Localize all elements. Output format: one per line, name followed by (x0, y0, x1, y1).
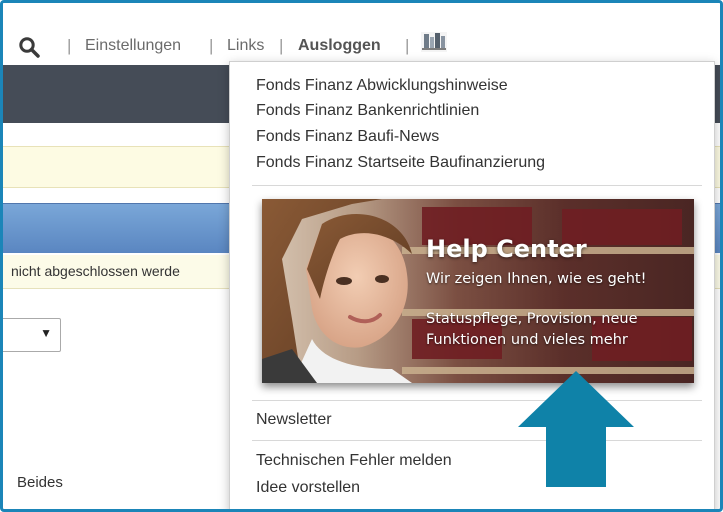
separator: | (405, 36, 410, 55)
user-icon[interactable] (421, 32, 447, 52)
menu-item-report-error[interactable]: Technischen Fehler melden (256, 452, 452, 470)
menu-item-suggest-idea[interactable]: Idee vorstellen (256, 479, 360, 497)
separator: | (209, 36, 214, 55)
logout-link[interactable]: Ausloggen (298, 37, 381, 55)
menu-item-bankenrichtlinien[interactable]: Fonds Finanz Bankenrichtlinien (256, 102, 479, 120)
help-center-banner[interactable]: Help Center Wir zeigen Ihnen, wie es geh… (262, 199, 694, 383)
help-center-description-line1: Statuspflege, Provision, neue (426, 311, 638, 327)
links-menu[interactable]: Links (227, 37, 264, 55)
settings-link[interactable]: Einstellungen (85, 37, 181, 55)
chevron-down-icon: ▼ (40, 326, 52, 340)
search-icon[interactable] (18, 36, 40, 58)
menu-item-newsletter[interactable]: Newsletter (256, 411, 332, 429)
separator: | (67, 36, 72, 55)
select-field[interactable]: ▼ (3, 318, 61, 352)
help-center-title: Help Center (426, 235, 587, 263)
separator: | (279, 36, 284, 55)
menu-divider (252, 185, 702, 186)
help-center-description-line2: Funktionen und vieles mehr (426, 332, 628, 348)
help-center-subtitle: Wir zeigen Ihnen, wie es geht! (426, 271, 647, 287)
top-utility-bar: | Einstellungen | Links | Ausloggen | (3, 3, 720, 65)
option-label-beides: Beides (17, 474, 63, 491)
woman-portrait-image (262, 199, 412, 383)
annotation-arrow-icon (518, 371, 634, 487)
menu-item-baufi-news[interactable]: Fonds Finanz Baufi-News (256, 128, 439, 146)
menu-item-startseite-baufinanzierung[interactable]: Fonds Finanz Startseite Baufinanzierung (256, 154, 545, 172)
warning-text: nicht abgeschlossen werde (11, 263, 180, 279)
links-dropdown-menu: Fonds Finanz Abwicklungshinweise Fonds F… (229, 61, 715, 509)
menu-item-abwicklungshinweise[interactable]: Fonds Finanz Abwicklungshinweise (256, 77, 508, 95)
screenshot-frame: | Einstellungen | Links | Ausloggen | ni… (0, 0, 723, 512)
